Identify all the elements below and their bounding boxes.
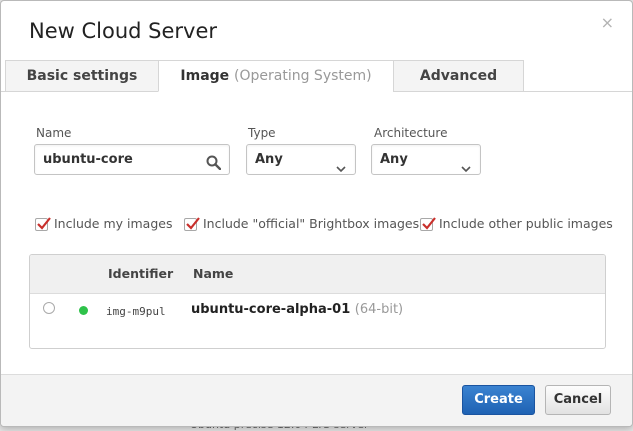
table-row[interactable]: img-m9pul ubuntu-core-alpha-01 (64-bit) (30, 294, 605, 326)
image-identifier: img-m9pul (106, 305, 166, 318)
table-header: Identifier Name (30, 255, 605, 294)
architecture-label: Architecture (374, 126, 448, 140)
dialog-footer: Create Cancel (1, 374, 632, 426)
image-name-cell: ubuntu-core-alpha-01 (64-bit) (191, 302, 403, 317)
dialog-title: New Cloud Server (29, 19, 218, 43)
name-input-value: ubuntu-core (43, 152, 133, 167)
select-image-radio[interactable] (43, 302, 55, 314)
new-cloud-server-dialog: New Cloud Server × Basic settings Image … (0, 0, 633, 427)
search-icon[interactable] (206, 152, 222, 181)
architecture-select-value: Any (380, 152, 408, 167)
checkbox-label: Include "official" Brightbox images (203, 216, 420, 231)
tab-label: Image (180, 68, 230, 84)
close-icon[interactable]: × (601, 13, 614, 32)
name-label: Name (36, 126, 72, 140)
tab-basic-settings[interactable]: Basic settings (5, 60, 159, 92)
checkbox-box[interactable] (184, 217, 200, 231)
image-arch: (64-bit) (354, 302, 404, 317)
chevron-down-icon (461, 155, 471, 184)
column-name: Name (193, 266, 234, 281)
create-button[interactable]: Create (462, 385, 535, 415)
checkbox-box[interactable] (35, 217, 51, 231)
type-select-value: Any (255, 152, 283, 167)
image-table: Identifier Name img-m9pul ubuntu-core-al… (29, 254, 606, 349)
type-select[interactable]: Any (246, 144, 356, 175)
tab-label: Advanced (419, 68, 498, 84)
type-label: Type (248, 126, 276, 140)
tab-bar: Basic settings Image (Operating System) … (5, 60, 525, 92)
chevron-down-icon (336, 155, 346, 184)
status-indicator (79, 306, 88, 315)
column-identifier: Identifier (108, 266, 174, 281)
tab-sublabel: (Operating System) (234, 68, 372, 84)
tab-advanced[interactable]: Advanced (393, 60, 524, 92)
architecture-select[interactable]: Any (371, 144, 481, 175)
checkbox-label: Include other public images (439, 216, 613, 231)
checkbox-label: Include my images (54, 216, 173, 231)
checkbox-box[interactable] (420, 217, 436, 231)
tab-label: Basic settings (26, 68, 138, 84)
image-name: ubuntu-core-alpha-01 (191, 302, 351, 317)
name-search-input[interactable]: ubuntu-core (34, 144, 230, 175)
cancel-button[interactable]: Cancel (545, 385, 611, 415)
tab-image[interactable]: Image (Operating System) (158, 60, 394, 92)
